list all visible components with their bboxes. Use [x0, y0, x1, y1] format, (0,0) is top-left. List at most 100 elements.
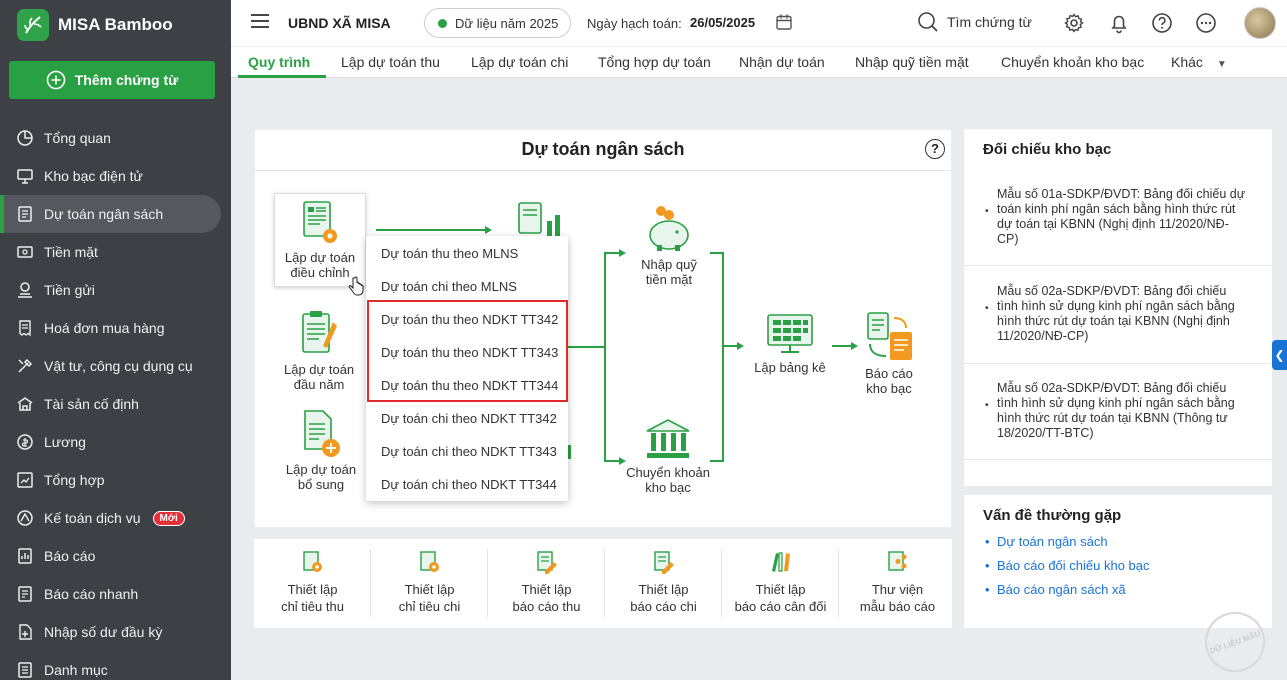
spreadsheet-monitor-icon	[767, 314, 813, 353]
sidebar-item-pie-chart[interactable]: Tổng quan	[0, 119, 231, 157]
expand-panel-chevron-icon[interactable]: ❮	[1272, 340, 1287, 370]
data-year-selector[interactable]: Dữ liệu năm 2025	[424, 8, 571, 38]
sidebar-item-deposit[interactable]: Tiền gửi	[0, 271, 231, 309]
process-help-icon[interactable]: ?	[925, 139, 945, 159]
sidebar-item-quick-report[interactable]: Báo cáo nhanh	[0, 575, 231, 613]
add-voucher-button[interactable]: Thêm chứng từ	[9, 61, 215, 99]
reconcile-item-text: Mẫu số 02a-SDKP/ĐVDT: Bảng đối chiếu tìn…	[997, 381, 1235, 440]
reconcile-item[interactable]: • Mẫu số 01a-SDKP/ĐVDT: Bảng đối chiếu dự…	[985, 187, 1247, 247]
menu-icon[interactable]	[251, 14, 269, 28]
setup-label: chỉ tiêu chi	[398, 599, 461, 614]
adjust-estimate-node[interactable]: Lập dự toán điều chỉnh	[274, 193, 366, 287]
bell-icon[interactable]	[1108, 12, 1130, 34]
flow-line	[604, 460, 620, 462]
sidebar-item-budget[interactable]: Dự toán ngân sách	[0, 195, 221, 233]
tab-treasury-transfer[interactable]: Chuyển khoản kho bạc	[1001, 54, 1144, 70]
start-year-estimate-node[interactable]: Lập dự toán đầu năm	[284, 310, 354, 392]
search-vouchers[interactable]: Tìm chứng từ	[917, 11, 1032, 33]
setup-balance-report[interactable]: Thiết lập báo cáo cân đối	[722, 549, 839, 615]
start-year-label-2: đầu năm	[293, 377, 345, 392]
sidebar-item-label: Tiền gửi	[44, 282, 95, 298]
flow-line	[710, 460, 723, 462]
dropdown-item[interactable]: Dự toán thu theo MLNS	[381, 246, 518, 261]
sidebar-item-label: Kho bạc điện tử	[44, 168, 143, 184]
flow-line	[604, 252, 620, 254]
cash-receipt-node[interactable]: Nhập quỹ tiền mặt	[633, 205, 705, 287]
dropdown-item[interactable]: Dự toán chi theo NDKT TT344	[381, 477, 557, 492]
gear-document-icon	[302, 551, 322, 572]
tab-expense-estimate[interactable]: Lập dự toán chi	[471, 54, 568, 70]
flow-line	[832, 345, 852, 347]
tab-process[interactable]: Quy trình	[248, 54, 310, 70]
sidebar-item-tools[interactable]: Vật tư, công cụ dụng cụ	[0, 347, 231, 385]
dropdown-item[interactable]: Dự toán thu theo NDKT TT343	[381, 345, 558, 360]
clipboard-pen-icon	[302, 311, 338, 353]
salary-icon	[16, 433, 34, 451]
flow-arrow	[485, 226, 492, 234]
flow-arrow	[737, 342, 744, 350]
search-icon	[918, 12, 938, 32]
building-icon	[16, 395, 34, 413]
app-name: MISA Bamboo	[58, 15, 173, 34]
help-icon[interactable]	[1151, 12, 1173, 34]
dropdown-item[interactable]: Dự toán chi theo NDKT TT343	[381, 444, 557, 459]
more-icon[interactable]	[1195, 12, 1217, 34]
bullet: •	[985, 206, 989, 217]
sidebar-item-catalog[interactable]: Danh mục	[0, 651, 231, 680]
faq-link[interactable]: Báo cáo đối chiếu kho bạc	[985, 558, 1149, 573]
app-logo[interactable]: MISA Bamboo	[17, 9, 173, 41]
sidebar-item-monitor[interactable]: Kho bạc điện tử	[0, 157, 231, 195]
dropdown-item[interactable]: Dự toán thu theo NDKT TT344	[381, 378, 558, 393]
statement-label: Lập bảng kê	[754, 360, 826, 375]
calendar-icon[interactable]	[775, 13, 793, 31]
gear-icon[interactable]	[1063, 12, 1085, 34]
setup-revenue-indicators[interactable]: Thiết lập chỉ tiêu thu	[254, 549, 371, 615]
dropdown-item[interactable]: Dự toán chi theo MLNS	[381, 279, 517, 294]
tab-summary-estimate[interactable]: Tổng hợp dự toán	[598, 54, 711, 70]
flow-line	[722, 345, 738, 347]
sidebar-item-summary[interactable]: Tổng hợp	[0, 461, 231, 499]
pie-chart-icon	[16, 129, 34, 147]
statement-node[interactable]: Lập bảng kê	[751, 312, 829, 375]
treasury-report-node[interactable]: Báo cáo kho bạc	[859, 310, 919, 396]
reconcile-item[interactable]: • Mẫu số 02a-SDKP/ĐVDT: Bảng đối chiếu tì…	[985, 381, 1247, 441]
tab-cash-receipt[interactable]: Nhập quỹ tiền mặt	[855, 54, 969, 70]
posting-date-value[interactable]: 26/05/2025	[690, 15, 755, 30]
tab-other[interactable]: Khác ▼	[1171, 54, 1227, 70]
setup-shortcuts: Thiết lập chỉ tiêu thu Thiết lập chỉ tiêu …	[254, 539, 952, 628]
sidebar-item-opening-balance[interactable]: Nhập số dư đầu kỳ	[0, 613, 231, 651]
cash-receipt-label-2: tiền mặt	[645, 272, 693, 287]
setup-expense-indicators[interactable]: Thiết lập chỉ tiêu chi	[371, 549, 488, 615]
setup-label: báo cáo chi	[630, 599, 697, 614]
setup-label: báo cáo cân đối	[734, 599, 827, 614]
tab-revenue-estimate[interactable]: Lập dự toán thu	[341, 54, 440, 70]
sidebar-item-salary[interactable]: Lương	[0, 423, 231, 461]
faq-link[interactable]: Báo cáo ngân sách xã	[985, 582, 1126, 597]
divider	[964, 265, 1272, 266]
extra-estimate-node[interactable]: Lập dự toán bổ sung	[284, 408, 358, 492]
faq-link[interactable]: Dự toán ngân sách	[985, 534, 1108, 549]
dropdown-item[interactable]: Dự toán thu theo NDKT TT342	[381, 312, 558, 327]
user-avatar[interactable]	[1244, 7, 1276, 39]
sidebar-item-building[interactable]: Tài sản cố định	[0, 385, 231, 423]
dropdown-item[interactable]: Dự toán chi theo NDKT TT342	[381, 411, 557, 426]
report-template-library[interactable]: Thư viện mẫu báo cáo	[839, 549, 956, 615]
cursor-hand-icon	[348, 276, 364, 296]
setup-label: Thiết lập	[287, 582, 338, 597]
sidebar-item-label: Vật tư, công cụ dụng cụ	[44, 358, 193, 374]
setup-expense-report[interactable]: Thiết lập báo cáo chi	[605, 549, 722, 615]
receive-estimate-icon	[518, 202, 560, 237]
extra-estimate-label-2: bổ sung	[297, 477, 345, 492]
treasury-transfer-node[interactable]: Chuyển khoản kho bạc	[624, 417, 712, 495]
setup-label: Thiết lập	[755, 582, 806, 597]
sidebar-item-service[interactable]: Kế toán dịch vụ Mới	[0, 499, 231, 537]
setup-revenue-report[interactable]: Thiết lập báo cáo thu	[488, 549, 605, 615]
sidebar-item-report[interactable]: Báo cáo	[0, 537, 231, 575]
tab-receive-estimate[interactable]: Nhận dự toán	[739, 54, 825, 70]
bullet: •	[985, 303, 989, 314]
sidebar-item-invoice[interactable]: Hoá đơn mua hàng	[0, 309, 231, 347]
adjust-estimate-label-1: Lập dự toán	[284, 250, 356, 265]
bank-building-icon	[646, 419, 690, 458]
sidebar-item-cash[interactable]: Tiền mặt	[0, 233, 231, 271]
reconcile-item[interactable]: • Mẫu số 02a-SDKP/ĐVDT: Bảng đối chiếu tì…	[985, 284, 1247, 344]
